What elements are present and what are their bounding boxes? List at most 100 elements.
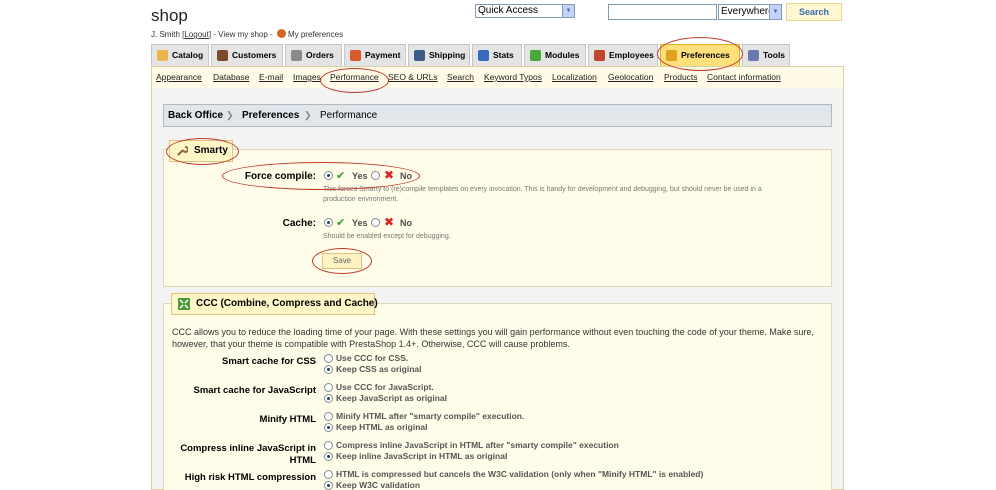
keep-css-radio[interactable] xyxy=(324,365,333,374)
tab-label: Employees xyxy=(609,50,654,60)
subtab-seo-urls[interactable]: SEO & URLs xyxy=(388,72,438,82)
chevron-down-icon: ▼ xyxy=(769,5,781,19)
employees-icon xyxy=(594,50,605,61)
tab-catalog[interactable]: Catalog xyxy=(151,44,209,66)
ccc-legend-text: CCC (Combine, Compress and Cache) xyxy=(196,298,378,309)
chevron-down-icon: ▼ xyxy=(562,5,574,17)
smart-cache-js-label: Smart cache for JavaScript xyxy=(193,385,316,396)
search-input[interactable] xyxy=(608,4,717,20)
smarty-legend: Smarty xyxy=(169,140,233,162)
tab-payment[interactable]: Payment xyxy=(344,44,406,66)
force-compile-label: Force compile: xyxy=(244,171,316,182)
tab-label: Customers xyxy=(232,50,277,60)
tab-label: Preferences xyxy=(681,50,730,60)
minify-html-label: Minify HTML xyxy=(259,414,316,425)
chevron-right-icon: ❯ xyxy=(226,110,234,120)
cache-yes-radio[interactable] xyxy=(324,218,333,227)
tab-stats[interactable]: Stats xyxy=(472,44,522,66)
customers-icon xyxy=(217,50,228,61)
keep-html-radio[interactable] xyxy=(324,423,333,432)
tab-label: Orders xyxy=(306,50,334,60)
keep-js-label: Keep JavaScript as original xyxy=(336,393,448,403)
chevron-right-icon: ❯ xyxy=(304,110,312,120)
keep-w3c-label: Keep W3C validation xyxy=(336,480,421,490)
force-compile-yes-label: Yes xyxy=(352,171,368,181)
keep-w3c-radio[interactable] xyxy=(324,481,333,490)
use-ccc-js-radio[interactable] xyxy=(324,383,333,392)
search-scope-value: Everywhere xyxy=(721,6,774,17)
breadcrumb-back-office[interactable]: Back Office xyxy=(168,105,223,126)
breadcrumb-preferences[interactable]: Preferences xyxy=(242,105,299,126)
tab-customers[interactable]: Customers xyxy=(211,44,283,66)
cache-yes-label: Yes xyxy=(352,218,368,228)
use-ccc-css-radio[interactable] xyxy=(324,354,333,363)
subtab-database[interactable]: Database xyxy=(213,72,249,82)
ccc-intro-text: CCC allows you to reduce the loading tim… xyxy=(172,327,814,349)
search-scope-select[interactable]: Everywhere ▼ xyxy=(718,4,782,20)
tab-label: Modules xyxy=(545,50,580,60)
folder-icon xyxy=(157,50,168,61)
view-shop-link[interactable]: View my shop xyxy=(218,30,268,39)
tab-preferences[interactable]: Preferences xyxy=(660,44,740,66)
force-compile-hint-2: production environment. xyxy=(323,196,399,203)
close-icon: ✖ xyxy=(384,215,395,229)
cache-no-radio[interactable] xyxy=(371,218,380,227)
check-icon: ✔ xyxy=(336,216,346,229)
logout-link[interactable]: Logout xyxy=(184,30,208,39)
minify-html-option-label: Minify HTML after "smarty compile" execu… xyxy=(336,411,525,421)
subtab-appearance[interactable]: Appearance xyxy=(156,72,202,82)
keep-css-label: Keep CSS as original xyxy=(336,364,422,374)
shop-title: shop xyxy=(151,6,188,25)
high-risk-html-option-label: HTML is compressed but cancels the W3C v… xyxy=(336,469,704,479)
use-ccc-js-label: Use CCC for JavaScript. xyxy=(336,382,434,392)
cache-hint: Should be enabled except for debugging. xyxy=(323,233,451,240)
tab-shipping[interactable]: Shipping xyxy=(408,44,470,66)
tab-label: Stats xyxy=(493,50,514,60)
my-preferences-link[interactable]: My preferences xyxy=(288,30,343,39)
person-icon xyxy=(276,29,286,38)
subtab-performance[interactable]: Performance xyxy=(330,72,379,82)
subtab-contact-information[interactable]: Contact information xyxy=(707,72,781,82)
save-button[interactable]: Save xyxy=(322,253,362,269)
quick-access-value: Quick Access xyxy=(478,5,539,16)
compress-icon xyxy=(178,298,190,310)
wrench-icon xyxy=(177,146,188,156)
compress-inline-js-label-2: HTML xyxy=(289,455,316,466)
stats-icon xyxy=(478,50,489,61)
tab-orders[interactable]: Orders xyxy=(285,44,342,66)
keep-inline-js-radio[interactable] xyxy=(324,452,333,461)
tab-label: Catalog xyxy=(172,50,204,60)
keep-js-radio[interactable] xyxy=(324,394,333,403)
breadcrumb: Back Office ❯ Preferences ❯ Performance xyxy=(163,104,832,127)
force-compile-yes-radio[interactable] xyxy=(324,171,333,180)
minify-html-radio[interactable] xyxy=(324,412,333,421)
cache-no-label: No xyxy=(400,218,412,228)
subtab-search[interactable]: Search xyxy=(447,72,474,82)
tab-label: Shipping xyxy=(429,50,466,60)
subtab-images[interactable]: Images xyxy=(293,72,321,82)
high-risk-html-radio[interactable] xyxy=(324,470,333,479)
force-compile-hint-1: This forces Smarty to (re)compile templa… xyxy=(323,186,762,193)
keep-html-label: Keep HTML as original xyxy=(336,422,428,432)
subtab-products[interactable]: Products xyxy=(664,72,698,82)
quick-access-select[interactable]: Quick Access ▼ xyxy=(475,4,575,18)
tab-employees[interactable]: Employees xyxy=(588,44,658,66)
preferences-subtabs: Appearance Database E-mail Images Perfor… xyxy=(151,66,844,88)
subtab-email[interactable]: E-mail xyxy=(259,72,283,82)
force-compile-no-radio[interactable] xyxy=(371,171,380,180)
ccc-legend: CCC (Combine, Compress and Cache) xyxy=(171,293,378,315)
search-button[interactable]: Search xyxy=(786,3,842,21)
cache-label: Cache: xyxy=(282,218,316,229)
tab-modules[interactable]: Modules xyxy=(524,44,586,66)
breadcrumb-performance: Performance xyxy=(320,110,378,121)
subtab-keyword-typos[interactable]: Keyword Typos xyxy=(484,72,542,82)
tab-tools[interactable]: Tools xyxy=(742,44,790,66)
use-ccc-css-label: Use CCC for CSS. xyxy=(336,353,409,363)
close-icon: ✖ xyxy=(384,168,395,182)
compress-inline-js-radio[interactable] xyxy=(324,441,333,450)
subtab-geolocation[interactable]: Geolocation xyxy=(608,72,653,82)
tab-label: Tools xyxy=(763,50,786,60)
tools-icon xyxy=(748,50,759,61)
subtab-localization[interactable]: Localization xyxy=(552,72,597,82)
keep-inline-js-label: Keep inline JavaScript in HTML as origin… xyxy=(336,451,508,461)
